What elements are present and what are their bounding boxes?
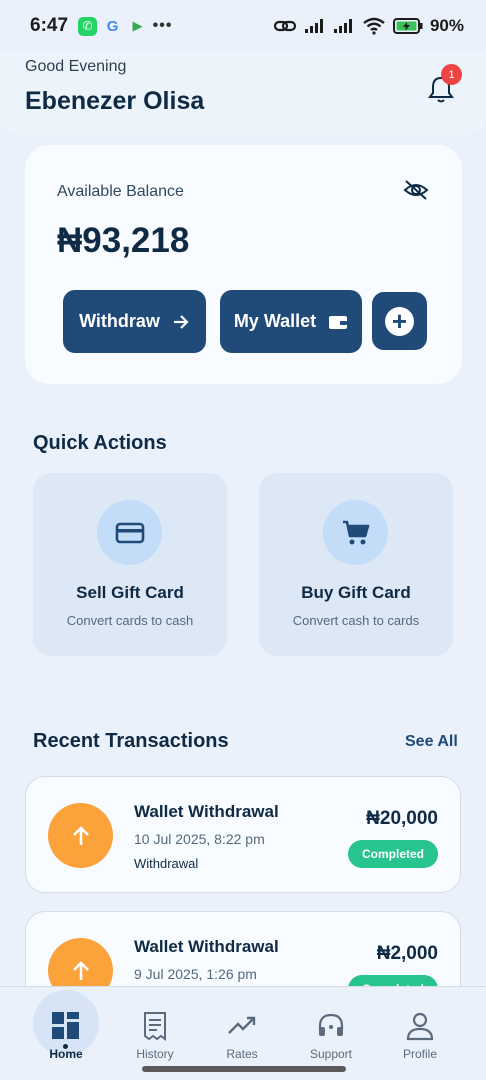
sell-gift-card-subtitle: Convert cards to cash: [66, 613, 194, 628]
my-wallet-label: My Wallet: [233, 311, 317, 331]
battery-percentage: 90%: [429, 16, 464, 35]
shopping-cart-icon: [323, 500, 388, 565]
whatsapp-icon: ✆: [78, 16, 98, 36]
transaction-name: Wallet Withdrawal: [134, 802, 279, 821]
sell-gift-card-title: Sell Gift Card: [76, 583, 184, 602]
nav-rates-label: Rates: [226, 1047, 258, 1061]
buy-gift-card-button[interactable]: Buy Gift Card Convert cash to cards: [259, 473, 453, 656]
notification-icons: ✆ G ▶ •••: [78, 16, 173, 36]
gesture-bar[interactable]: [142, 1066, 346, 1072]
my-wallet-button[interactable]: My Wallet: [220, 290, 362, 353]
notification-badge: 1: [441, 64, 462, 85]
trending-up-icon: [228, 1016, 256, 1034]
arrow-right-icon: [173, 314, 189, 329]
play-store-icon: ▶: [132, 18, 143, 33]
link-icon: [273, 20, 297, 32]
nav-profile[interactable]: Profile: [375, 987, 465, 1080]
balance-label: Available Balance: [57, 183, 184, 200]
user-name: Ebenezer Olisa: [25, 87, 205, 115]
signal-icon: [333, 19, 352, 33]
system-icons: 90%: [273, 16, 464, 36]
signal-icon: [304, 19, 323, 33]
buy-gift-card-title: Buy Gift Card: [301, 583, 411, 602]
balance-amount: ₦93,218: [57, 221, 190, 260]
headset-icon: [318, 1013, 344, 1036]
withdraw-button[interactable]: Withdraw: [63, 290, 206, 353]
more-notifications-icon: •••: [152, 17, 173, 34]
quick-actions-title: Quick Actions: [33, 432, 167, 454]
nav-home-label: Home: [49, 1047, 83, 1061]
status-badge: Completed: [347, 840, 438, 868]
recent-transactions-title: Recent Transactions: [33, 730, 229, 752]
transaction-date: 9 Jul 2025, 1:26 pm: [134, 966, 257, 982]
status-time: 6:47: [30, 15, 69, 36]
receipt-icon: [144, 1012, 166, 1041]
person-icon: [406, 1012, 434, 1041]
nav-history-label: History: [136, 1047, 174, 1061]
balance-card: Available Balance ₦93,218 Withdraw My Wa…: [25, 145, 462, 384]
greeting-text: Good Evening: [25, 58, 127, 75]
add-funds-button[interactable]: +: [372, 292, 427, 350]
credit-card-icon: [97, 500, 162, 565]
app-screen: 6:47 ✆ G ▶ ••• 90% Good Evening Ebenezer…: [0, 0, 486, 1080]
google-icon: G: [106, 17, 119, 35]
wallet-icon: [329, 315, 348, 329]
transaction-date: 10 Jul 2025, 8:22 pm: [134, 831, 265, 847]
see-all-link[interactable]: See All: [405, 733, 458, 751]
transaction-amount: ₦20,000: [366, 808, 438, 829]
nav-home[interactable]: Home: [21, 987, 111, 1080]
eye-off-icon[interactable]: [402, 178, 430, 202]
arrow-up-icon: [48, 803, 113, 868]
battery-icon: [392, 18, 423, 34]
withdraw-label: Withdraw: [79, 311, 160, 331]
nav-profile-label: Profile: [402, 1047, 437, 1061]
transaction-name: Wallet Withdrawal: [134, 937, 279, 956]
status-bar: 6:47 ✆ G ▶ ••• 90%: [0, 0, 486, 52]
header: Good Evening Ebenezer Olisa 1: [0, 52, 486, 134]
transaction-item[interactable]: Wallet Withdrawal 10 Jul 2025, 8:22 pm W…: [25, 776, 461, 893]
plus-icon: +: [385, 306, 414, 336]
transaction-type: Withdrawal: [134, 856, 199, 871]
nav-support-label: Support: [309, 1047, 353, 1061]
transaction-amount: ₦2,000: [376, 943, 438, 964]
sell-gift-card-button[interactable]: Sell Gift Card Convert cards to cash: [33, 473, 227, 656]
buy-gift-card-subtitle: Convert cash to cards: [292, 613, 420, 628]
wifi-icon: [363, 17, 385, 35]
home-grid-icon: [52, 1012, 79, 1039]
